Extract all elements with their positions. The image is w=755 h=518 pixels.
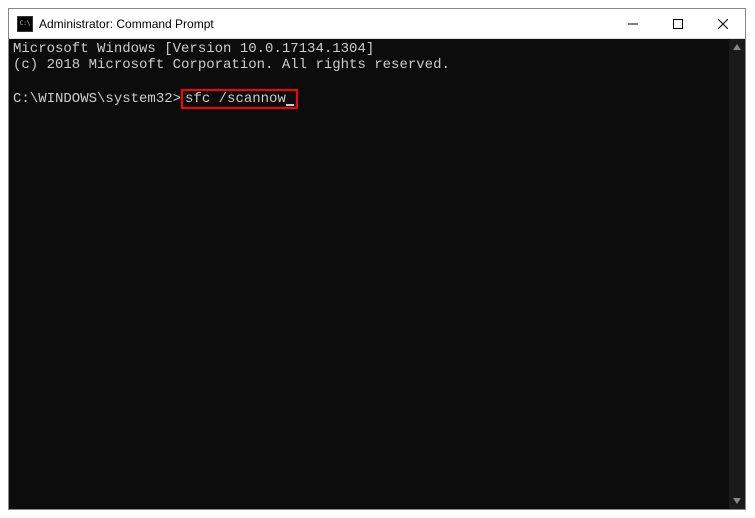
cmd-icon: C:\ — [17, 16, 33, 32]
text-cursor — [286, 104, 294, 106]
close-button[interactable] — [700, 9, 745, 38]
minimize-button[interactable] — [610, 9, 655, 38]
terminal-line-copyright: (c) 2018 Microsoft Corporation. All righ… — [13, 57, 450, 73]
titlebar[interactable]: C:\ Administrator: Command Prompt — [9, 9, 745, 39]
terminal-command: sfc /scannow — [185, 91, 286, 107]
maximize-button[interactable] — [655, 9, 700, 38]
terminal-prompt: C:\WINDOWS\system32> — [13, 91, 181, 107]
window-title: Administrator: Command Prompt — [39, 17, 610, 31]
scroll-down-icon[interactable] — [729, 493, 745, 509]
highlighted-command-box: sfc /scannow — [181, 89, 298, 109]
terminal-container: Microsoft Windows [Version 10.0.17134.13… — [9, 39, 745, 509]
terminal-output[interactable]: Microsoft Windows [Version 10.0.17134.13… — [9, 39, 729, 509]
terminal-line-version: Microsoft Windows [Version 10.0.17134.13… — [13, 41, 374, 57]
scroll-up-icon[interactable] — [729, 39, 745, 55]
window-controls — [610, 9, 745, 38]
vertical-scrollbar[interactable] — [729, 39, 745, 509]
cmd-icon-glyph: C:\ — [20, 21, 31, 27]
command-prompt-window: C:\ Administrator: Command Prompt Micros… — [8, 8, 746, 510]
